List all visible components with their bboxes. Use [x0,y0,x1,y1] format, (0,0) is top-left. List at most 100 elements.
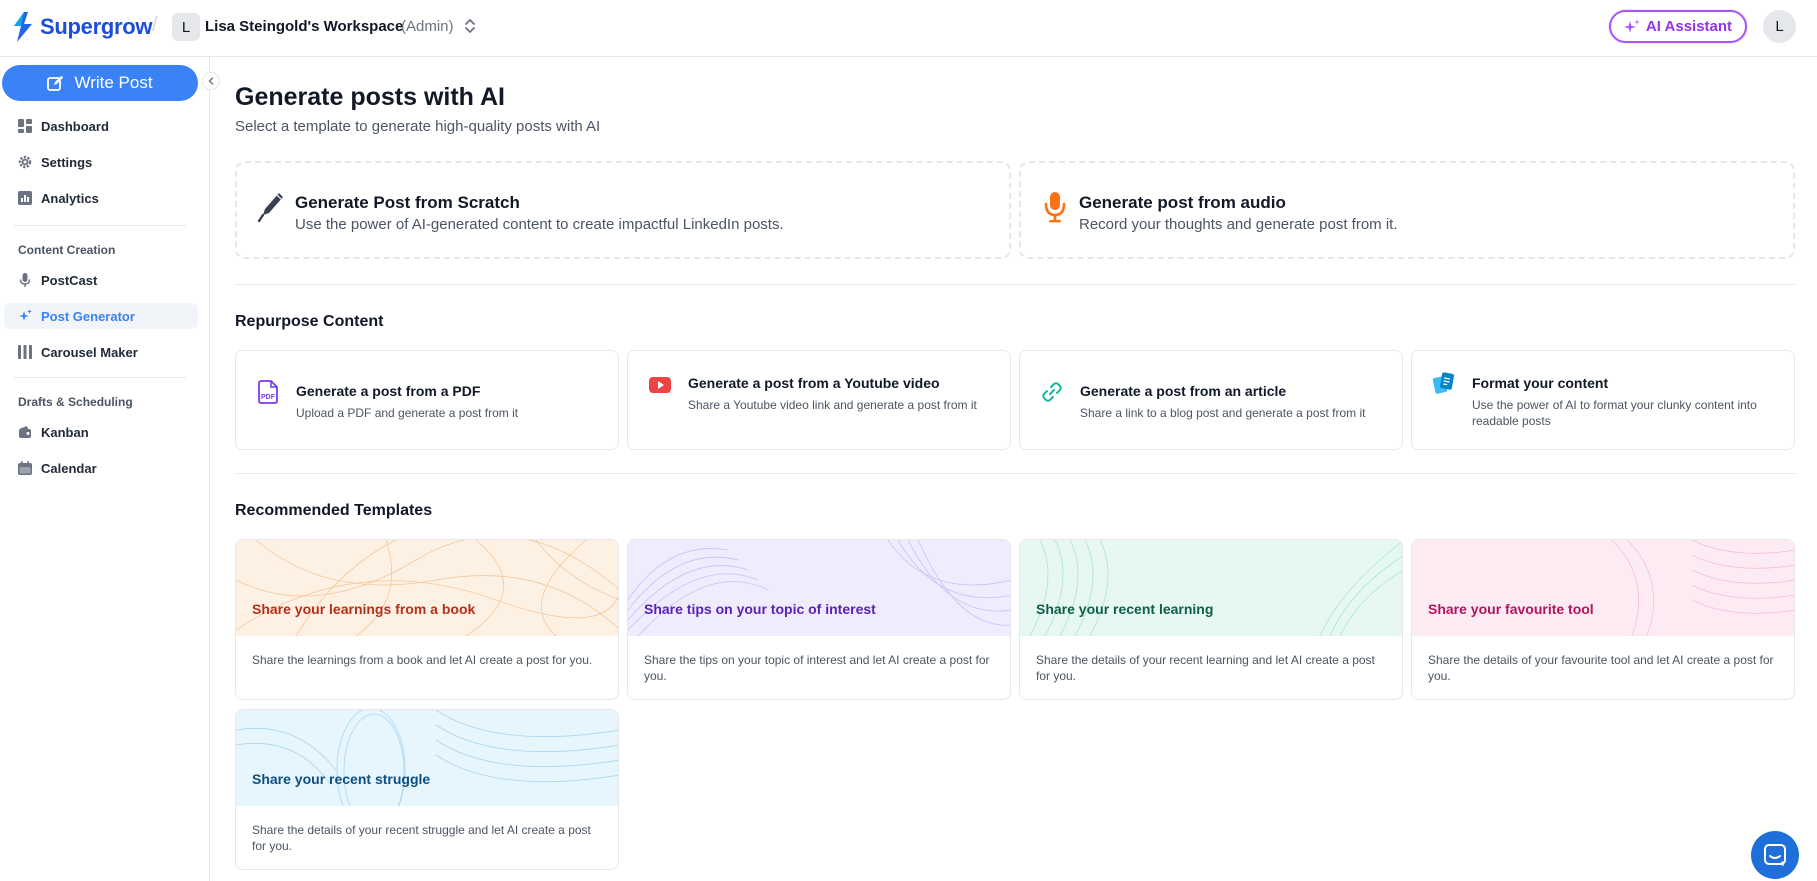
card-title: Generate a post from an article [1080,383,1287,399]
bar-chart-icon [18,191,32,205]
sidebar-item-postcast[interactable]: PostCast [4,267,198,293]
sidebar-item-label: Analytics [41,190,99,206]
ai-assistant-button[interactable]: AI Assistant [1609,10,1747,43]
top-bar: Supergrow / L Lisa Steingold's Workspace… [0,0,1817,57]
card-description: Share a Youtube video link and generate … [688,398,977,412]
sidebar-item-label: Calendar [41,460,97,476]
page-subtitle: Select a template to generate high-quali… [235,118,601,135]
sidebar: Write Post Dashboard Settings Analytics … [0,57,220,881]
sidebar-divider [14,225,186,226]
card-description: Use the power of AI-generated content to… [295,216,784,233]
ai-assistant-label: AI Assistant [1645,18,1733,35]
section-divider [235,284,1795,285]
card-description: Record your thoughts and generate post f… [1079,216,1398,233]
calendar-icon [18,461,32,475]
logo-icon [14,12,32,42]
sidebar-item-kanban[interactable]: Kanban [4,419,198,445]
chevron-left-icon [208,77,214,85]
sidebar-item-label: Post Generator [41,308,135,324]
card-title: Format your content [1472,375,1609,391]
template-title: Share your favourite tool [1428,601,1594,617]
templates-section-title: Recommended Templates [235,502,433,519]
svg-text:PDF: PDF [261,394,276,401]
write-post-label: Write Post [74,73,153,92]
chat-launcher-button[interactable] [1751,831,1799,879]
template-banner [236,540,618,636]
workspace-name[interactable]: Lisa Steingold's Workspace [205,18,403,35]
repurpose-youtube-card[interactable]: Generate a post from a Youtube video Sha… [627,350,1011,450]
generate-from-scratch-card[interactable]: Generate Post from Scratch Use the power… [235,161,1011,259]
sidebar-item-carousel-maker[interactable]: Carousel Maker [4,339,198,365]
logo[interactable]: Supergrow [12,12,153,42]
template-description: Share the tips on your topic of interest… [644,653,990,683]
sidebar-item-dashboard[interactable]: Dashboard [4,113,198,139]
youtube-icon [649,377,671,393]
sidebar-item-analytics[interactable]: Analytics [4,185,198,211]
breadcrumb-separator: / [152,14,158,36]
card-title: Generate Post from Scratch [295,193,520,212]
write-post-button[interactable]: Write Post [2,65,198,101]
template-banner [236,710,618,806]
template-description: Share the learnings from a book and let … [252,653,593,667]
template-description: Share the details of your recent struggl… [252,823,591,853]
template-card-recent-learning[interactable]: Share your recent learning Share the det… [1019,539,1403,700]
pdf-icon: PDF [258,380,278,404]
sidebar-item-post-generator[interactable]: Post Generator [4,303,198,329]
template-card-recent-struggle[interactable]: Share your recent struggle Share the det… [235,709,619,870]
kanban-icon [19,426,31,438]
template-banner [628,540,1010,636]
section-divider [235,473,1795,474]
sidebar-divider [14,377,186,378]
format-content-card[interactable]: Format your content Use the power of AI … [1411,350,1795,450]
sidebar-item-label: PostCast [41,272,98,288]
card-title: Generate post from audio [1079,193,1286,212]
card-title: Generate a post from a PDF [296,383,481,399]
chat-icon [1764,844,1786,866]
columns-icon [18,345,32,359]
generate-from-audio-card[interactable]: Generate post from audio Record your tho… [1019,161,1795,259]
sparkles-icon [1623,18,1640,33]
dashboard-icon [18,119,32,133]
template-card-book[interactable]: Share your learnings from a book Share t… [235,539,619,700]
repurpose-article-card[interactable]: Generate a post from an article Share a … [1019,350,1403,450]
card-title: Generate a post from a Youtube video [688,375,940,391]
template-card-favourite-tool[interactable]: Share your favourite tool Share the deta… [1411,539,1795,700]
template-card-tips[interactable]: Share tips on your topic of interest Sha… [627,539,1011,700]
template-description: Share the details of your favourite tool… [1428,653,1774,683]
sidebar-item-settings[interactable]: Settings [4,149,198,175]
sidebar-item-label: Kanban [41,424,89,440]
brand-name: Supergrow [40,14,153,39]
card-description: Use the power of AI to format your clunk… [1472,398,1757,428]
section-title-content-creation: Content Creation [18,243,116,257]
card-description: Share a link to a blog post and generate… [1080,406,1366,420]
repurpose-section-title: Repurpose Content [235,313,384,330]
template-title: Share your recent struggle [252,771,431,787]
workspace-avatar[interactable]: L [172,13,200,41]
template-title: Share your learnings from a book [252,601,476,617]
pen-icon [257,193,283,223]
sidebar-item-label: Settings [41,154,93,170]
repurpose-pdf-card[interactable]: PDF Generate a post from a PDF Upload a … [235,350,619,450]
gear-icon [18,155,32,169]
user-avatar[interactable]: L [1763,10,1796,43]
sidebar-item-label: Carousel Maker [41,344,138,360]
template-banner [1020,540,1402,636]
microphone-icon [19,273,31,287]
chevron-up-down-icon[interactable] [463,16,477,36]
page-title: Generate posts with AI [235,83,505,111]
template-banner [1412,540,1794,636]
template-description: Share the details of your recent learnin… [1036,653,1375,683]
template-title: Share tips on your topic of interest [644,601,876,617]
edit-icon [47,75,64,91]
format-cards-icon [1432,372,1454,394]
collapse-sidebar-button[interactable] [202,72,220,90]
section-title-drafts-scheduling: Drafts & Scheduling [18,395,133,409]
workspace-role: (Admin) [401,18,454,35]
link-icon [1042,382,1062,402]
card-description: Upload a PDF and generate a post from it [296,406,519,420]
template-title: Share your recent learning [1036,601,1214,617]
microphone-icon [1044,192,1066,223]
sidebar-item-label: Dashboard [41,118,109,134]
sidebar-item-calendar[interactable]: Calendar [4,455,198,481]
sparkles-icon [19,309,32,321]
